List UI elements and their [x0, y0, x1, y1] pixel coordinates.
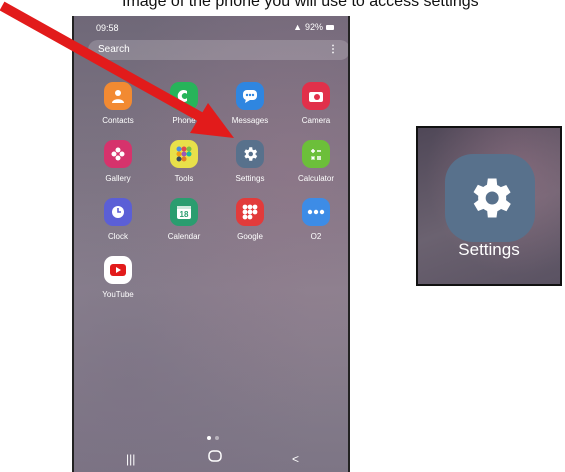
app-label: Phone	[172, 116, 196, 125]
gear-icon	[236, 140, 264, 168]
o2-folder-icon	[302, 198, 330, 226]
app-label: Google	[237, 232, 263, 241]
app-settings[interactable]: Settings	[224, 140, 276, 183]
app-contacts[interactable]: Contacts	[92, 82, 144, 125]
app-calendar[interactable]: 18 Calendar	[158, 198, 210, 241]
google-folder-icon	[236, 198, 264, 226]
calculator-icon	[302, 140, 330, 168]
more-options-icon[interactable]: ⋮	[328, 40, 338, 60]
app-label: Camera	[301, 116, 331, 125]
app-youtube[interactable]: YouTube	[92, 256, 144, 299]
status-time: 09:58	[96, 23, 119, 33]
svg-text:18: 18	[180, 210, 189, 219]
clock-icon	[104, 198, 132, 226]
signal-icon: ▲	[293, 22, 302, 32]
recents-button[interactable]: |||	[126, 452, 135, 466]
status-bar: 09:58 ▲ 92%	[74, 16, 348, 34]
app-label: O2	[310, 232, 322, 241]
back-button[interactable]: <	[292, 452, 299, 466]
battery-icon	[326, 24, 334, 30]
app-label: YouTube	[102, 290, 134, 299]
page-dot-active	[207, 436, 211, 440]
calendar-icon: 18	[170, 198, 198, 226]
app-google-folder[interactable]: Google	[224, 198, 276, 241]
battery-percent: 92%	[304, 22, 323, 32]
app-label: Gallery	[105, 174, 131, 183]
camera-icon	[302, 82, 330, 110]
app-clock[interactable]: Clock	[92, 198, 144, 241]
zoom-label: Settings	[458, 240, 520, 259]
app-label: Contacts	[102, 116, 134, 125]
tools-folder-icon	[170, 140, 198, 168]
app-gallery[interactable]: Gallery	[92, 140, 144, 183]
app-phone[interactable]: Phone	[158, 82, 210, 125]
app-messages[interactable]: Messages	[224, 82, 276, 125]
settings-zoom-inset: Settings	[416, 126, 562, 286]
app-label: Clock	[107, 232, 128, 241]
app-label: Settings	[235, 174, 265, 183]
app-tools-folder[interactable]: Tools	[158, 140, 210, 183]
youtube-icon	[104, 256, 132, 284]
gallery-icon	[104, 140, 132, 168]
app-calculator[interactable]: Calculator	[290, 140, 342, 183]
app-o2-folder[interactable]: O2	[290, 198, 342, 241]
page-dot	[215, 436, 219, 440]
phone-screen: 09:58 ▲ 92% Search ⋮ Contacts Phone Mess…	[72, 16, 350, 472]
home-button[interactable]	[208, 450, 222, 465]
status-icons: ▲ 92%	[293, 22, 334, 32]
gear-icon	[445, 154, 535, 242]
messages-icon	[236, 82, 264, 110]
app-label: Calculator	[297, 174, 334, 183]
navigation-bar: ||| <	[74, 442, 348, 472]
app-label: Calendar	[167, 232, 201, 241]
phone-icon	[170, 82, 198, 110]
app-label: Tools	[174, 174, 194, 183]
caption-text: Image of the phone you will use to acces…	[122, 0, 479, 10]
search-bar[interactable]: Search ⋮	[88, 40, 348, 60]
app-label: Messages	[231, 116, 269, 125]
search-placeholder: Search	[98, 44, 130, 55]
app-camera[interactable]: Camera	[290, 82, 342, 125]
contacts-icon	[104, 82, 132, 110]
page-indicator	[207, 436, 219, 440]
